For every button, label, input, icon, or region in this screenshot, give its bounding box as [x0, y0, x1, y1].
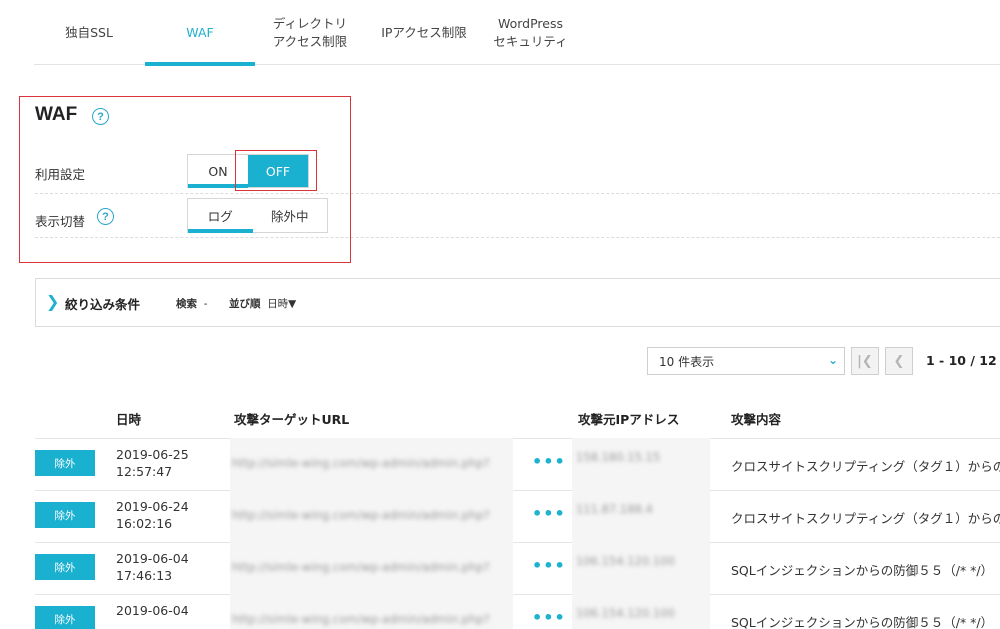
table-row: 除外 2019-06-25 12:57:47 http://simle-wing… [0, 438, 1000, 490]
row-attack: クロスサイトスクリプティング（タグ１）からの防 [731, 511, 1000, 526]
more-icon[interactable]: ••• [532, 452, 566, 471]
table-row: 除外 2019-06-04 17:46:13 http://simle-wing… [0, 542, 1000, 594]
filter-search-value: - [203, 298, 208, 310]
row-ip: 111.87.188.4 [572, 490, 710, 542]
row-datetime: 2019-06-04 [116, 603, 189, 618]
chevron-right-icon: ❯ [46, 292, 60, 311]
tab-ssl[interactable]: 独自SSL [34, 0, 144, 65]
row-url: http://simle-wing.com/wp-admin/admin.php… [230, 490, 513, 542]
tab-wordpress-security[interactable]: WordPress セキュリティ [483, 0, 578, 65]
first-page-button[interactable]: |❮ [851, 347, 879, 375]
prev-page-icon: ❮ [893, 353, 905, 369]
more-icon[interactable]: ••• [532, 556, 566, 575]
per-page-value: 10 件表示 [659, 354, 715, 369]
tab-waf-label: WAF [186, 24, 214, 40]
row-url-text: http://simle-wing.com/wp-admin/admin.php… [232, 456, 490, 470]
chevron-down-icon: ⌄ [827, 353, 838, 367]
tab-directory-access[interactable]: ディレクトリ アクセス制限 [255, 0, 365, 65]
row-ip: 106.154.120.100 [572, 594, 710, 629]
row-datetime: 2019-06-24 16:02:16 [116, 499, 189, 531]
row-datetime: 2019-06-04 17:46:13 [116, 551, 189, 583]
tab-waf[interactable]: WAF [145, 0, 255, 66]
row-url-text: http://simle-wing.com/wp-admin/admin.php… [232, 612, 490, 626]
row-url-text: http://simle-wing.com/wp-admin/admin.php… [232, 560, 490, 574]
row-attack: SQLインジェクションからの防御５５（/* */） [731, 563, 994, 578]
filter-sort: 並び順 日時▼ [229, 296, 296, 311]
prev-page-button[interactable]: ❮ [885, 347, 913, 375]
filter-title: 絞り込み条件 [65, 297, 141, 312]
row-ip: 106.154.120.100 [572, 542, 710, 594]
filter-panel[interactable]: ❯ 絞り込み条件 検索 - 並び順 日時▼ [35, 278, 1000, 327]
more-icon[interactable]: ••• [532, 504, 566, 523]
filter-search-label: 検索 [176, 298, 197, 310]
col-header-attack: 攻撃内容 [731, 412, 782, 427]
waf-highlight-box [19, 96, 351, 263]
row-attack: SQLインジェクションからの防御５５（/* */） [731, 615, 994, 629]
row-ip-text: 106.154.120.100 [576, 554, 675, 568]
tab-ip-access[interactable]: IPアクセス制限 [365, 0, 483, 65]
filter-sort-label: 並び順 [229, 298, 261, 310]
table-row: 除外 2019-06-04 http://simle-wing.com/wp-a… [0, 594, 1000, 629]
col-header-source-ip: 攻撃元IPアドレス [578, 412, 680, 427]
more-icon[interactable]: ••• [532, 608, 566, 627]
row-ip-text: 111.87.188.4 [576, 502, 653, 516]
row-url: http://simle-wing.com/wp-admin/admin.php… [230, 594, 513, 629]
row-ip-text: 106.154.120.100 [576, 606, 675, 620]
row-datetime: 2019-06-25 12:57:47 [116, 447, 189, 479]
tab-bar: 独自SSL WAF ディレクトリ アクセス制限 IPアクセス制限 WordPre… [34, 0, 1000, 66]
col-header-target-url: 攻撃ターゲットURL [234, 412, 350, 427]
row-url: http://simle-wing.com/wp-admin/admin.php… [230, 438, 513, 490]
excluded-badge[interactable]: 除外 [35, 450, 95, 476]
excluded-badge[interactable]: 除外 [35, 554, 95, 580]
row-ip-text: 158.180.15.15 [576, 450, 661, 464]
table-row: 除外 2019-06-24 16:02:16 http://simle-wing… [0, 490, 1000, 542]
first-page-icon: |❮ [857, 353, 873, 369]
per-page-select[interactable]: 10 件表示 ⌄ [647, 347, 845, 375]
row-attack: クロスサイトスクリプティング（タグ１）からの防 [731, 459, 1000, 474]
excluded-badge[interactable]: 除外 [35, 606, 95, 629]
row-url: http://simle-wing.com/wp-admin/admin.php… [230, 542, 513, 594]
page-range: 1 - 10 / 12 [926, 353, 997, 368]
row-url-text: http://simle-wing.com/wp-admin/admin.php… [232, 508, 490, 522]
filter-sort-value: 日時▼ [267, 298, 297, 310]
filter-search: 検索 - [176, 296, 207, 311]
tab-active-indicator [145, 62, 255, 66]
row-ip: 158.180.15.15 [572, 438, 710, 490]
excluded-badge[interactable]: 除外 [35, 502, 95, 528]
col-header-datetime: 日時 [116, 412, 142, 427]
